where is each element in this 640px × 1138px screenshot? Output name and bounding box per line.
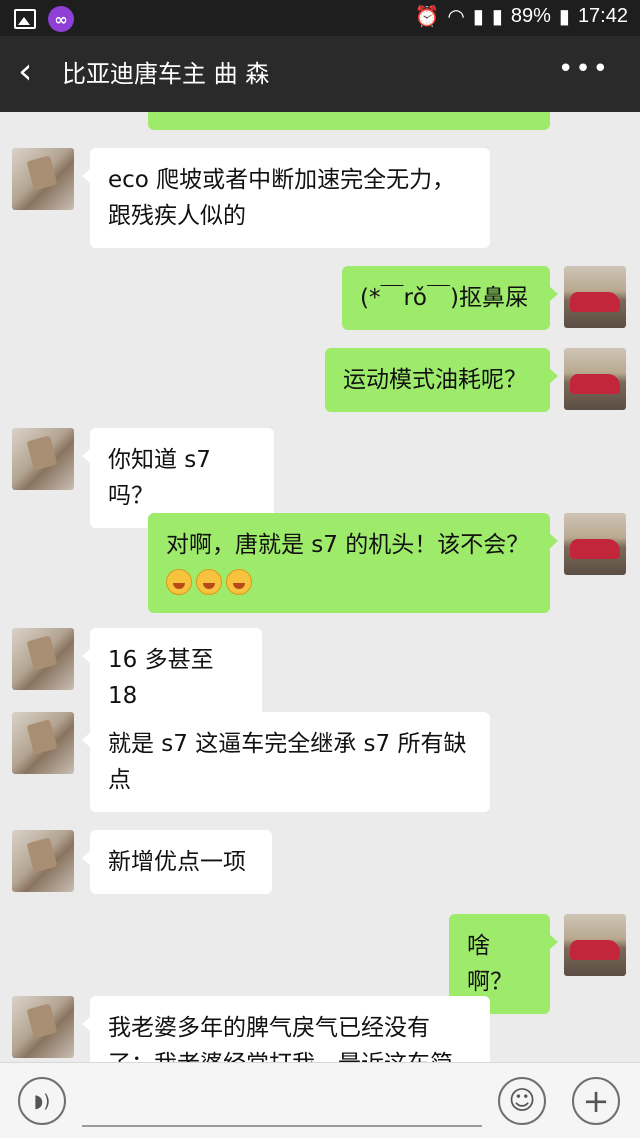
message-text: 运动模式油耗呢？: [343, 367, 527, 393]
message-bubble-outgoing[interactable]: (*￣rǒ￣)抠鼻屎: [342, 266, 558, 330]
my-avatar[interactable]: [564, 513, 626, 575]
crying-laughing-emoji-icon: [226, 568, 252, 595]
my-avatar[interactable]: [564, 914, 626, 976]
more-icon[interactable]: •••: [558, 54, 610, 84]
message-text: 跟残疾人似的: [108, 203, 246, 229]
voice-icon[interactable]: ◗): [18, 1077, 66, 1125]
crying-laughing-emoji-icon: [166, 568, 192, 595]
crying-laughing-emoji-icon: [196, 568, 222, 595]
contact-avatar[interactable]: [12, 996, 74, 1058]
signal-icon: ▮: [472, 6, 484, 28]
wifi-icon: ◠: [447, 6, 465, 28]
contact-avatar[interactable]: [12, 148, 74, 210]
input-bar: ◗) ☺ +: [0, 1062, 640, 1138]
app-icon: ∞: [48, 6, 74, 32]
message-text: (*￣rǒ￣)抠鼻屎: [360, 285, 528, 311]
message-text: 对啊，唐就是 s7 的机头！该不会？: [166, 532, 530, 558]
message-text: 16 多甚至 18: [108, 647, 214, 709]
message-bubble-outgoing[interactable]: 运动模式油耗呢？: [325, 348, 558, 412]
chat-title: 比亚迪唐车主 曲 森: [62, 60, 270, 88]
contact-avatar[interactable]: [12, 428, 74, 490]
status-bar: ∞ ⏰ ◠ ▮ ▮ 89% ▮ 17:42: [0, 0, 640, 36]
my-avatar[interactable]: [564, 348, 626, 410]
message-list[interactable]: eco 爬坡或者中断加速完全无力， 跟残疾人似的 (*￣rǒ￣)抠鼻屎 运动模式…: [0, 112, 640, 1062]
message-input[interactable]: [82, 1125, 482, 1127]
message-bubble-incoming[interactable]: 新增优点一项: [82, 830, 272, 894]
message-text: eco 爬坡或者中断加速完全无力，: [108, 167, 456, 193]
chat-header: ‹ 比亚迪唐车主 曲 森 •••: [0, 36, 640, 112]
message-text: 啥啊？: [467, 933, 513, 995]
message-text: 就是 s7 这逼车完全继承 s7 所有缺: [108, 731, 467, 757]
contact-avatar[interactable]: [12, 712, 74, 774]
emoji-icon[interactable]: ☺: [498, 1077, 546, 1125]
plus-icon[interactable]: +: [572, 1077, 620, 1125]
message-text: 我老婆多年的脾气戾气已经没有: [108, 1015, 430, 1041]
message-text: 你知道 s7 吗？: [108, 447, 211, 509]
my-avatar[interactable]: [564, 266, 626, 328]
alarm-icon: ⏰: [414, 6, 440, 28]
message-text: 了：我老婆经常打我，最近这车简: [108, 1046, 472, 1062]
message-bubble-outgoing[interactable]: 对啊，唐就是 s7 的机头！该不会？: [148, 513, 558, 613]
battery-percent: 89%: [510, 5, 551, 27]
message-bubble-incoming[interactable]: 我老婆多年的脾气戾气已经没有 了：我老婆经常打我，最近这车简: [82, 996, 490, 1062]
signal-icon: ▮: [491, 6, 503, 28]
message-text: 新增优点一项: [108, 849, 246, 875]
message-bubble-incoming[interactable]: eco 爬坡或者中断加速完全无力， 跟残疾人似的: [82, 148, 490, 248]
message-text: 点: [108, 767, 131, 793]
gallery-icon: [14, 9, 36, 29]
clock: 17:42: [577, 5, 628, 27]
back-chevron-left-icon[interactable]: ‹: [18, 54, 32, 90]
battery-icon: ▮: [558, 6, 570, 28]
contact-avatar[interactable]: [12, 628, 74, 690]
emoji-row: [166, 563, 532, 599]
contact-avatar[interactable]: [12, 830, 74, 892]
message-bubble-partial[interactable]: [148, 112, 550, 130]
message-bubble-incoming[interactable]: 就是 s7 这逼车完全继承 s7 所有缺 点: [82, 712, 490, 812]
